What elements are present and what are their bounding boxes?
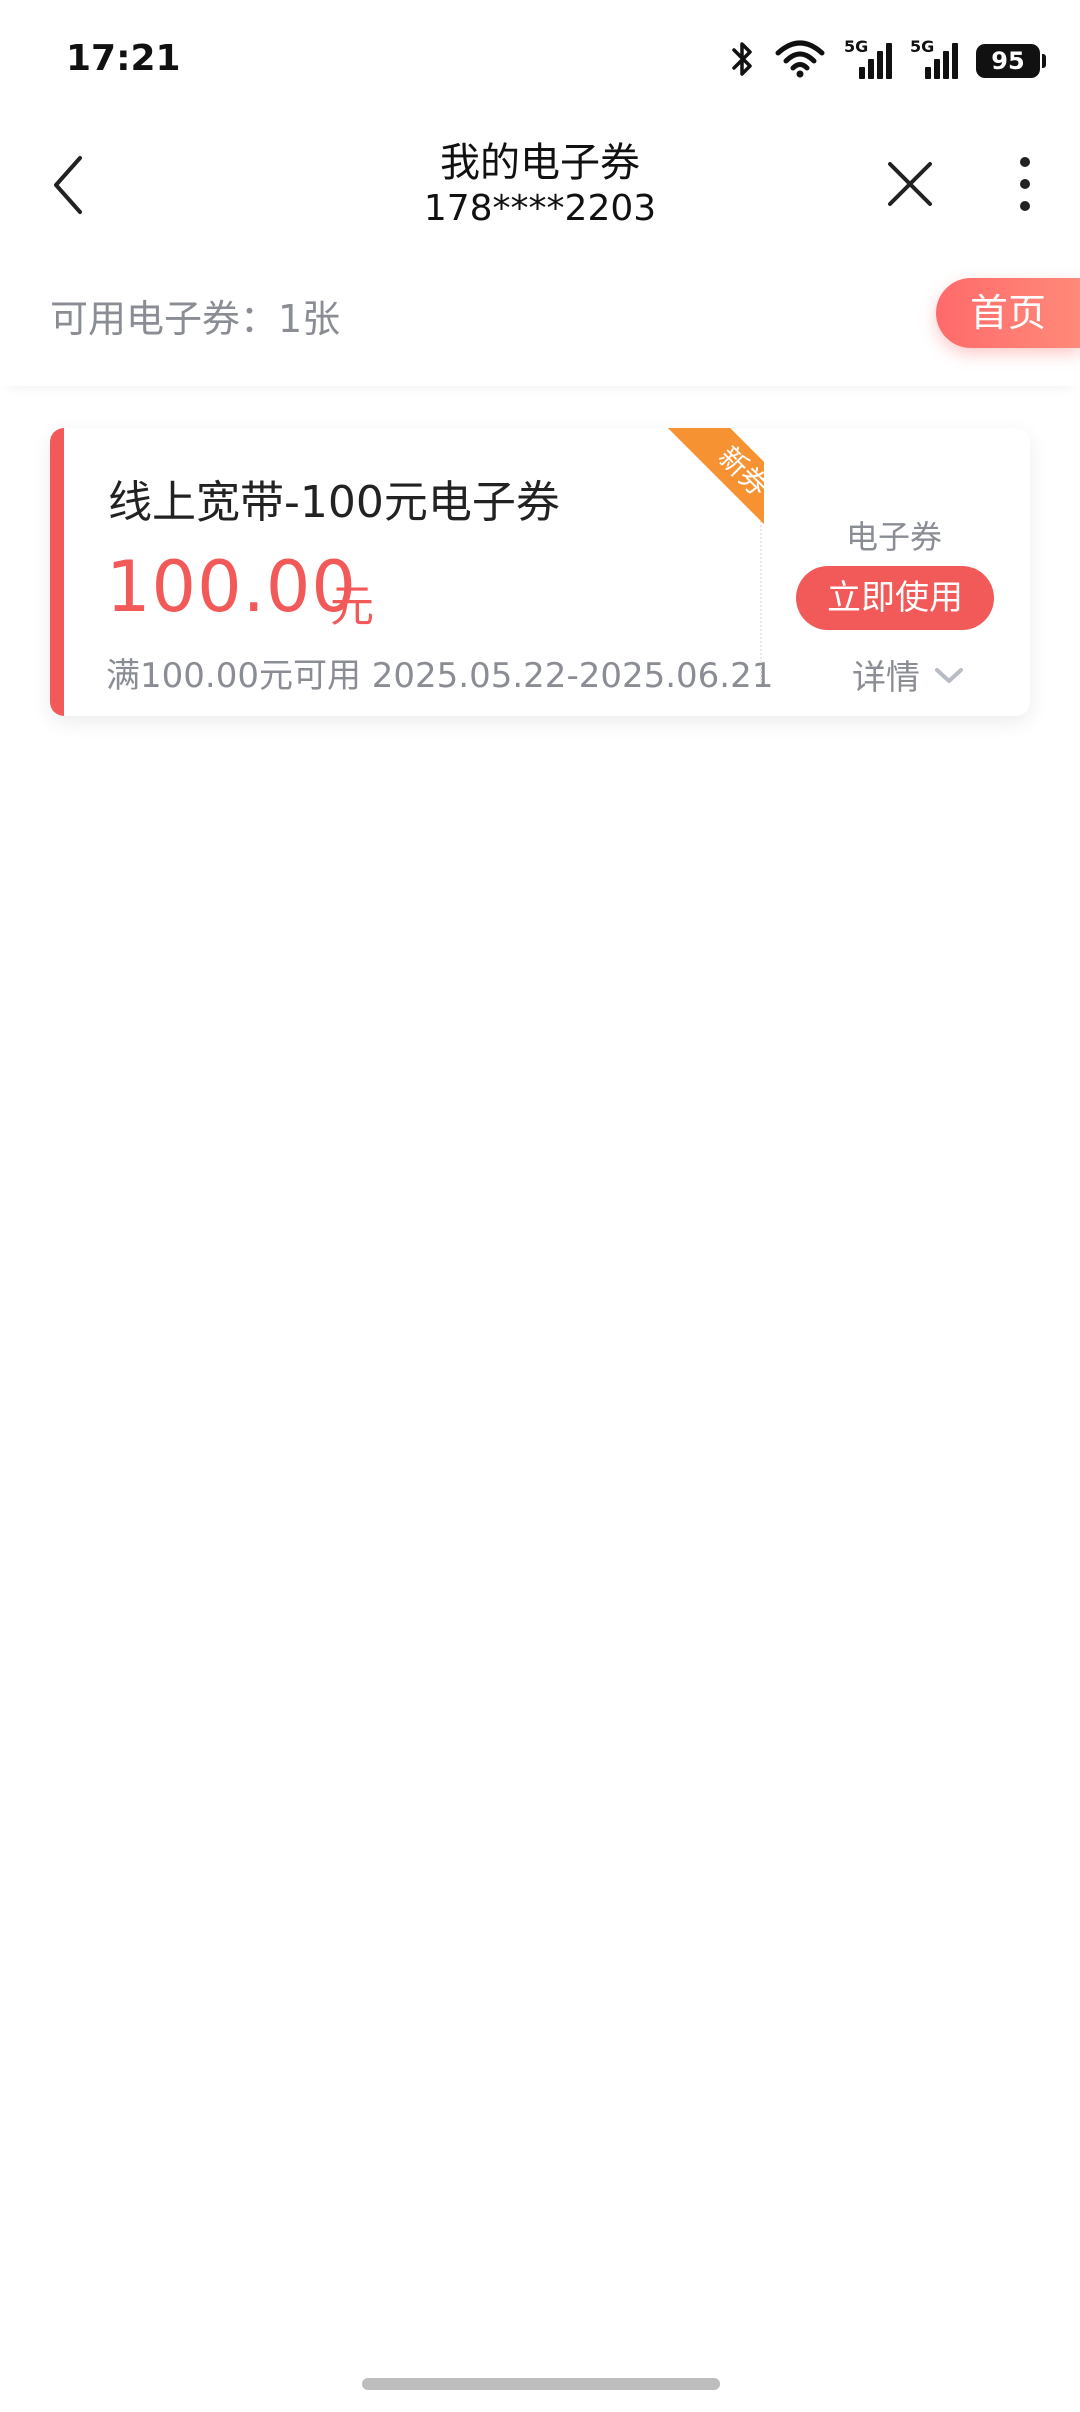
- status-icons: 5G 5G 95: [730, 36, 1046, 86]
- home-button[interactable]: 首页: [936, 278, 1080, 348]
- new-badge: 新券: [648, 428, 764, 544]
- status-time: 17:21: [66, 38, 181, 79]
- coupon-unit: 元: [330, 581, 374, 632]
- coupon-condition: 满100.00元可用 2025.05.22-2025.06.21: [106, 656, 774, 696]
- chevron-down-icon: [934, 655, 964, 695]
- close-button[interactable]: [870, 146, 950, 226]
- coupon-card: 线上宽带-100元电子券 100.00 元 满100.00元可用 2025.05…: [50, 428, 1030, 716]
- summary-bar: 可用电子券：1张 首页: [0, 260, 1080, 386]
- coupon-name: 线上宽带-100元电子券: [108, 477, 560, 528]
- details-toggle[interactable]: 详情: [852, 650, 964, 699]
- close-icon: [886, 160, 934, 212]
- header: 我的电子券 178****2203: [0, 120, 1080, 260]
- home-indicator[interactable]: [362, 2378, 720, 2390]
- available-count: 可用电子券：1张: [50, 297, 341, 341]
- bluetooth-icon: [730, 39, 756, 83]
- page: 17:21 5G 5G 95 我的电子券 178****2203 可用电子券：1…: [0, 0, 1080, 2412]
- signal-5g-icon: 5G: [844, 37, 892, 81]
- coupon-accent-stripe: [50, 428, 64, 716]
- battery-icon: 95: [976, 44, 1046, 78]
- use-now-button[interactable]: 立即使用: [796, 566, 994, 630]
- details-label: 详情: [852, 658, 920, 698]
- wifi-icon: [774, 39, 826, 83]
- signal-5g-icon: 5G: [910, 37, 958, 81]
- more-button[interactable]: [990, 146, 1060, 226]
- new-badge-label: 新券: [667, 428, 764, 544]
- status-bar: 17:21 5G 5G 95: [0, 0, 1080, 120]
- coupon-type: 电子券: [846, 518, 943, 556]
- coupon-amount: 100.00: [106, 546, 357, 628]
- more-vertical-icon: [1019, 156, 1031, 216]
